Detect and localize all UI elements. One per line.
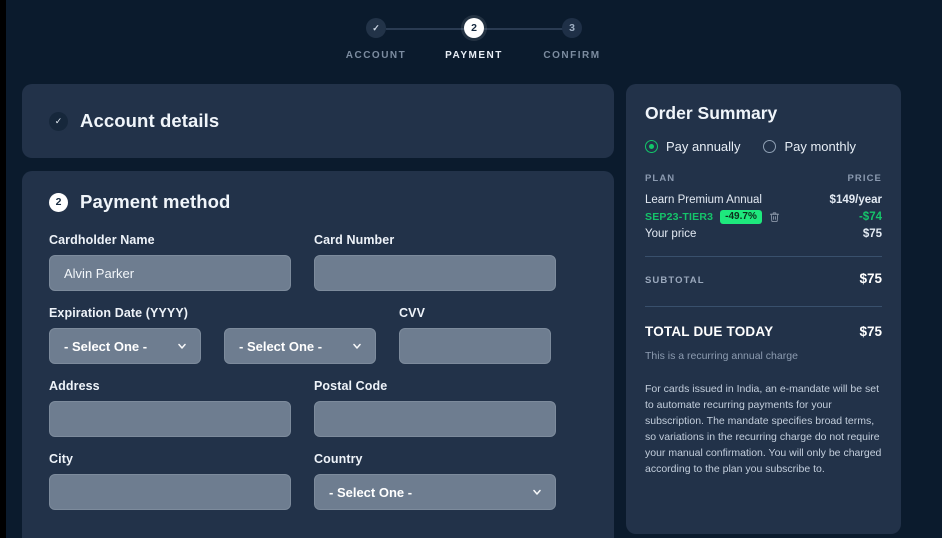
- expiration-month-select[interactable]: - Select One -: [49, 328, 201, 364]
- card-number-field: Card Number: [314, 233, 556, 291]
- expiration-year-select[interactable]: - Select One -: [224, 328, 376, 364]
- country-value: - Select One -: [329, 484, 413, 500]
- payment-method-title: Payment method: [80, 191, 231, 212]
- order-summary-panel: Order Summary Pay annually Pay monthly P…: [626, 84, 901, 534]
- billing-option-monthly[interactable]: Pay monthly: [763, 139, 856, 154]
- recurring-charge-note: This is a recurring annual charge: [645, 350, 798, 362]
- trash-icon[interactable]: [769, 211, 780, 223]
- billing-cycle-radio-group: Pay annually Pay monthly: [645, 139, 882, 154]
- radio-annually-icon: [645, 140, 658, 153]
- emandate-legal-text: For cards issued in India, an e-mandate …: [645, 383, 882, 475]
- account-details-card[interactable]: ✓ Account details: [22, 84, 614, 158]
- address-input[interactable]: [49, 401, 291, 437]
- summary-divider-1: [645, 256, 882, 257]
- subtotal-amount: $75: [859, 271, 882, 286]
- expiration-cvv-row: Expiration Date (YYYY) - Select One - - …: [49, 306, 587, 364]
- step-payment-label: PAYMENT: [445, 50, 503, 61]
- plan-price: $149/year: [829, 194, 882, 206]
- check-icon: ✓: [372, 22, 380, 33]
- city-country-row: City Country - Select One -: [49, 452, 587, 510]
- cardholder-name-input[interactable]: Alvin Parker: [49, 255, 291, 291]
- total-due-amount: $75: [859, 324, 882, 339]
- account-details-title: Account details: [80, 110, 220, 131]
- expiration-date-field: Expiration Date (YYYY) - Select One - - …: [49, 306, 376, 364]
- step-account-circle: ✓: [366, 18, 386, 38]
- chevron-down-icon: [353, 343, 361, 349]
- billing-option-annually[interactable]: Pay annually: [645, 139, 740, 154]
- coupon-line-item: SEP23-TIER3 -49.7% -$74: [645, 210, 882, 224]
- postal-code-label: Postal Code: [314, 379, 388, 393]
- cardholder-name-field: Cardholder Name Alvin Parker: [49, 233, 291, 291]
- step-confirm[interactable]: 3 CONFIRM: [523, 18, 621, 61]
- card-number-input[interactable]: [314, 255, 556, 291]
- checkout-stepper: ✓ ACCOUNT 2 PAYMENT 3 CONFIRM: [6, 0, 942, 76]
- billing-option-annually-label: Pay annually: [666, 139, 741, 154]
- your-price-line-item: Your price $75: [645, 228, 882, 240]
- city-field: City: [49, 452, 291, 510]
- payment-step-badge: 2: [49, 192, 68, 212]
- card-number-label: Card Number: [314, 233, 395, 247]
- payment-method-header: 2 Payment method: [49, 191, 587, 213]
- city-input[interactable]: [49, 474, 291, 510]
- country-select[interactable]: - Select One -: [314, 474, 556, 510]
- step-payment-circle: 2: [464, 18, 484, 38]
- country-field: Country - Select One -: [314, 452, 556, 510]
- expiration-month-value: - Select One -: [64, 338, 148, 354]
- your-price-amount: $75: [862, 228, 882, 240]
- cvv-input[interactable]: [399, 328, 551, 364]
- postal-code-input[interactable]: [314, 401, 556, 437]
- cardholder-name-label: Cardholder Name: [49, 233, 155, 247]
- step-payment[interactable]: 2 PAYMENT: [425, 18, 523, 61]
- country-label: Country: [314, 452, 363, 466]
- checkout-page: ✓ ACCOUNT 2 PAYMENT 3 CONFIRM ✓ Account …: [6, 0, 942, 538]
- radio-monthly-icon: [763, 140, 777, 153]
- step-account-label: ACCOUNT: [345, 50, 407, 61]
- stepper-connector-1: [386, 28, 465, 30]
- expiration-year-value: - Select One -: [239, 338, 323, 354]
- account-complete-check-icon: ✓: [49, 111, 68, 131]
- chevron-down-icon: [178, 343, 186, 349]
- step-confirm-label: CONFIRM: [543, 50, 601, 61]
- postal-code-field: Postal Code: [314, 379, 556, 437]
- city-label: City: [49, 452, 74, 466]
- payment-method-card: 2 Payment method Cardholder Name Alvin P…: [22, 171, 614, 538]
- summary-divider-2: [645, 306, 882, 307]
- step-account[interactable]: ✓ ACCOUNT: [327, 18, 425, 61]
- chevron-down-icon: [533, 489, 541, 495]
- plan-column-header: PLAN: [645, 173, 676, 184]
- billing-option-monthly-label: Pay monthly: [784, 139, 856, 154]
- address-postal-row: Address Postal Code: [49, 379, 587, 437]
- price-column-header: PRICE: [847, 173, 882, 184]
- total-due-row: TOTAL DUE TODAY $75: [645, 324, 882, 339]
- checkout-content: ✓ Account details 2 Payment method Cardh…: [6, 76, 942, 538]
- coupon-code: SEP23-TIER3: [645, 211, 714, 223]
- subtotal-row: SUBTOTAL $75: [645, 271, 882, 286]
- subtotal-label: SUBTOTAL: [645, 275, 705, 286]
- stepper-connector-2: [484, 28, 563, 30]
- address-field: Address: [49, 379, 291, 437]
- step-confirm-circle: 3: [562, 18, 582, 38]
- plan-line-item: Learn Premium Annual $149/year: [645, 194, 882, 206]
- plan-name: Learn Premium Annual: [645, 194, 762, 206]
- card-info-row: Cardholder Name Alvin Parker Card Number: [49, 233, 587, 291]
- cvv-field: CVV: [399, 306, 551, 364]
- summary-table-header: PLAN PRICE: [645, 173, 882, 184]
- expiration-date-label: Expiration Date (YYYY): [49, 306, 189, 320]
- checkout-form-column: ✓ Account details 2 Payment method Cardh…: [22, 84, 614, 538]
- discount-amount: -$74: [858, 211, 882, 223]
- address-label: Address: [49, 379, 100, 393]
- cvv-label: CVV: [399, 306, 426, 320]
- your-price-label: Your price: [645, 228, 697, 240]
- discount-badge: -49.7%: [720, 210, 762, 224]
- order-summary-title: Order Summary: [645, 103, 778, 123]
- total-due-label: TOTAL DUE TODAY: [645, 324, 774, 339]
